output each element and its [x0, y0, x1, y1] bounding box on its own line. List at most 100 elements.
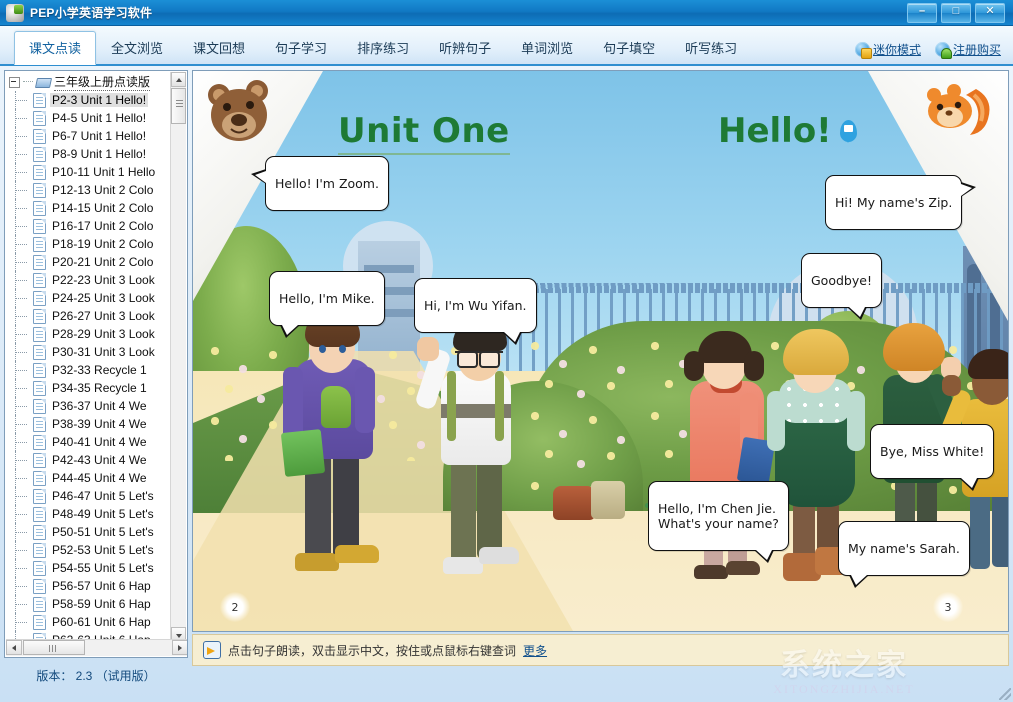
tree-item-label: P50-51 Unit 5 Let's: [50, 525, 156, 539]
page-file-icon: [33, 147, 46, 162]
hint-more-link[interactable]: 更多: [523, 642, 547, 659]
tree-item-0[interactable]: P2-3 Unit 1 Hello!: [5, 91, 173, 109]
mini-mode-button[interactable]: 迷你模式: [855, 41, 921, 58]
scroll-right-arrow-icon[interactable]: [172, 640, 188, 655]
lesson-illustration: Unit One Hello! Hello! I'm Zoom. Hi! My …: [193, 71, 1008, 631]
tree-guide: [9, 343, 33, 361]
tree-guide: [9, 325, 33, 343]
tree-item-17[interactable]: P36-37 Unit 4 We: [5, 397, 173, 415]
tree-item-13[interactable]: P28-29 Unit 3 Look: [5, 325, 173, 343]
tree-item-22[interactable]: P46-47 Unit 5 Let's: [5, 487, 173, 505]
tree-guide: [9, 505, 33, 523]
tree-guide: [9, 361, 33, 379]
bubble-zoom[interactable]: Hello! I'm Zoom.: [265, 156, 389, 211]
tree-guide: [9, 613, 33, 631]
bubble-zip[interactable]: Hi! My name's Zip.: [825, 175, 962, 230]
tree-item-label: P8-9 Unit 1 Hello!: [50, 147, 148, 161]
bubble-bye-miss-white[interactable]: Bye, Miss White!: [870, 424, 994, 479]
tree-item-2[interactable]: P6-7 Unit 1 Hello!: [5, 127, 173, 145]
tree-guide: [9, 379, 33, 397]
tree-item-15[interactable]: P32-33 Recycle 1: [5, 361, 173, 379]
tree-root-node[interactable]: 三年级上册点读版: [5, 73, 173, 91]
map-pin-icon[interactable]: [840, 120, 857, 142]
tree-item-23[interactable]: P48-49 Unit 5 Let's: [5, 505, 173, 523]
wuyifan-backpack-strap-right: [495, 371, 504, 441]
tree-item-25[interactable]: P52-53 Unit 5 Let's: [5, 541, 173, 559]
tree-item-label: P54-55 Unit 5 Let's: [50, 561, 156, 575]
register-purchase-button[interactable]: 注册购买: [935, 41, 1001, 58]
boyyellow-hair: [968, 349, 1009, 379]
tree-item-label: P6-7 Unit 1 Hello!: [50, 129, 148, 143]
tab-5[interactable]: 听辨句子: [424, 32, 506, 64]
wuyifan-glasses-lens-right: [479, 351, 500, 368]
tab-1[interactable]: 全文浏览: [96, 32, 178, 64]
tree-item-3[interactable]: P8-9 Unit 1 Hello!: [5, 145, 173, 163]
tree-guide: [9, 523, 33, 541]
page-file-icon: [33, 201, 46, 216]
tab-0[interactable]: 课文点读: [14, 31, 96, 65]
tree-item-5[interactable]: P12-13 Unit 2 Colo: [5, 181, 173, 199]
bubble-wu-yifan[interactable]: Hi, I'm Wu Yifan.: [414, 278, 537, 333]
tree-collapse-icon[interactable]: [9, 77, 20, 88]
lesson-page-viewer[interactable]: Unit One Hello! Hello! I'm Zoom. Hi! My …: [192, 70, 1009, 632]
tree-item-10[interactable]: P22-23 Unit 3 Look: [5, 271, 173, 289]
tree-item-19[interactable]: P40-41 Unit 4 We: [5, 433, 173, 451]
tree-item-8[interactable]: P18-19 Unit 2 Colo: [5, 235, 173, 253]
mini-mode-icon: [855, 42, 870, 57]
vertical-scroll-thumb[interactable]: [171, 88, 186, 124]
bubble-chen-jie[interactable]: Hello, I'm Chen Jie. What's your name?: [648, 481, 789, 551]
bubble-goodbye[interactable]: Goodbye!: [801, 253, 882, 308]
tree-item-28[interactable]: P58-59 Unit 6 Hap: [5, 595, 173, 613]
minimize-button[interactable]: –: [907, 3, 937, 23]
tree-vertical-scrollbar[interactable]: [170, 72, 186, 642]
tree-item-6[interactable]: P14-15 Unit 2 Colo: [5, 199, 173, 217]
tab-4[interactable]: 排序练习: [342, 32, 424, 64]
horizontal-scroll-thumb[interactable]: [23, 640, 85, 655]
window-title: PEP小学英语学习软件: [30, 4, 152, 21]
tree-item-24[interactable]: P50-51 Unit 5 Let's: [5, 523, 173, 541]
zip-squirrel-mascot: [916, 81, 992, 143]
zoom-bear-mascot: [205, 79, 277, 145]
tree-item-14[interactable]: P30-31 Unit 3 Look: [5, 343, 173, 361]
resize-grip[interactable]: [999, 688, 1011, 700]
tree-item-11[interactable]: P24-25 Unit 3 Look: [5, 289, 173, 307]
maximize-button[interactable]: □: [941, 3, 971, 23]
wuyifan-hand-waving: [417, 337, 439, 361]
close-button[interactable]: ✕: [975, 3, 1005, 23]
bubble-mike[interactable]: Hello, I'm Mike.: [269, 271, 385, 326]
tree-item-4[interactable]: P10-11 Unit 1 Hello: [5, 163, 173, 181]
tree-item-label: P60-61 Unit 6 Hap: [50, 615, 153, 629]
scroll-up-arrow-icon[interactable]: [171, 72, 186, 87]
page-file-icon: [33, 273, 46, 288]
tree-item-label: P2-3 Unit 1 Hello!: [50, 93, 148, 107]
tree-item-12[interactable]: P26-27 Unit 3 Look: [5, 307, 173, 325]
tree-item-label: P32-33 Recycle 1: [50, 363, 149, 377]
tab-3[interactable]: 句子学习: [260, 32, 342, 64]
tree-item-21[interactable]: P44-45 Unit 4 We: [5, 469, 173, 487]
tree-item-29[interactable]: P60-61 Unit 6 Hap: [5, 613, 173, 631]
tree-item-label: P58-59 Unit 6 Hap: [50, 597, 153, 611]
tab-2[interactable]: 课文回想: [178, 32, 260, 64]
tree-guide: [9, 487, 33, 505]
tree-guide: [9, 415, 33, 433]
lesson-tree[interactable]: 三年级上册点读版 P2-3 Unit 1 Hello! P4-5 Unit 1 He…: [5, 71, 173, 641]
bubble-goodbye-text: Goodbye!: [811, 273, 872, 288]
tree-item-27[interactable]: P56-57 Unit 6 Hap: [5, 577, 173, 595]
tab-6[interactable]: 单词浏览: [506, 32, 588, 64]
page-file-icon: [33, 453, 46, 468]
bubble-sarah[interactable]: My name's Sarah.: [838, 521, 970, 576]
page-file-icon: [33, 309, 46, 324]
tree-horizontal-scrollbar[interactable]: [6, 639, 188, 656]
wuyifan-leg-left: [451, 459, 476, 564]
tree-item-20[interactable]: P42-43 Unit 4 We: [5, 451, 173, 469]
tree-item-16[interactable]: P34-35 Recycle 1: [5, 379, 173, 397]
tree-item-1[interactable]: P4-5 Unit 1 Hello!: [5, 109, 173, 127]
tree-item-9[interactable]: P20-21 Unit 2 Colo: [5, 253, 173, 271]
tree-item-18[interactable]: P38-39 Unit 4 We: [5, 415, 173, 433]
watermark-sub: XITONGZHIJIA.NET: [773, 682, 914, 697]
tab-8[interactable]: 听写练习: [670, 32, 752, 64]
tab-7[interactable]: 句子填空: [588, 32, 670, 64]
tree-item-26[interactable]: P54-55 Unit 5 Let's: [5, 559, 173, 577]
tree-item-7[interactable]: P16-17 Unit 2 Colo: [5, 217, 173, 235]
scroll-left-arrow-icon[interactable]: [6, 640, 22, 655]
